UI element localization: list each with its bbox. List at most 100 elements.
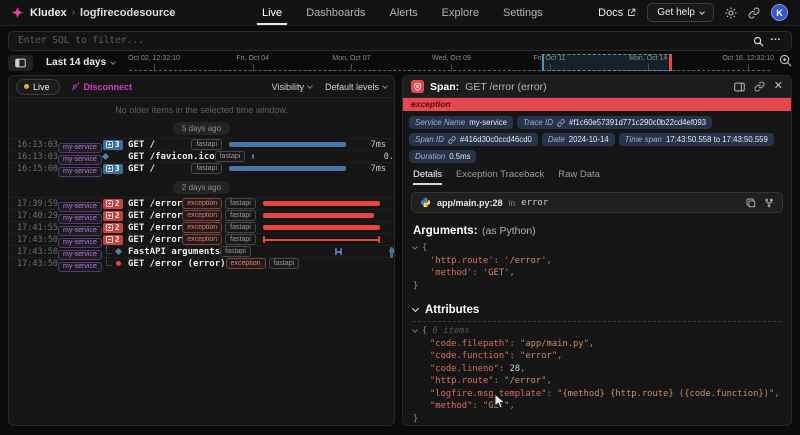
nav-tab-explore[interactable]: Explore	[442, 0, 479, 25]
expand-square-icon	[106, 224, 113, 231]
nav-tab-alerts[interactable]: Alerts	[390, 0, 418, 25]
code-location-bar[interactable]: app/main.py:28 in error	[411, 192, 783, 213]
meta-label: Span ID	[415, 135, 444, 144]
row-timestamp: 17:40:29	[17, 211, 58, 221]
share-link-button[interactable]	[748, 7, 760, 19]
row-duration: 7ms	[353, 164, 386, 174]
row-icon-slot: 3	[103, 164, 128, 174]
code-line: "code.filepath": "app/main.py",	[413, 338, 781, 351]
chevron-down-icon	[699, 9, 705, 15]
span-detail-panel: Span: GET /error (error) ✕ exception Ser…	[402, 75, 792, 426]
span-detail-tabs: Details Exception Traceback Raw Data	[403, 165, 791, 185]
row-timestamp: 16:13:03	[17, 140, 58, 150]
span-count-badge[interactable]: 2	[103, 211, 123, 221]
span-count-badge[interactable]: 2	[103, 223, 123, 233]
chevron-down-icon	[382, 83, 388, 89]
tag-fastapi: fastapi	[225, 222, 256, 233]
copy-icon[interactable]	[746, 198, 756, 208]
git-fork-icon[interactable]	[764, 198, 774, 208]
breadcrumb-org[interactable]: Kludex	[30, 7, 67, 19]
filter-menu-icon[interactable]: …	[770, 31, 782, 43]
timeline-tick	[154, 64, 155, 70]
attributes-heading[interactable]: Attributes	[413, 304, 781, 322]
time-range-dropdown[interactable]: Last 14 days	[46, 57, 115, 68]
duration-bar	[263, 225, 380, 230]
link-icon	[748, 7, 760, 19]
service-badge: my-service	[58, 167, 102, 177]
meta-badge-span-id[interactable]: Span ID#416d30c0ccd46cd0	[409, 133, 538, 146]
nav-tab-settings[interactable]: Settings	[503, 0, 543, 25]
expand-square-icon	[106, 165, 113, 172]
docs-label: Docs	[598, 7, 623, 19]
span-detail-body: Arguments: (as Python) {'http.route': '/…	[403, 213, 791, 425]
live-toggle-button[interactable]: Live	[16, 79, 60, 95]
span-count: 2	[115, 199, 120, 208]
row-tags: exceptionfastapi	[182, 222, 256, 233]
span-count-badge[interactable]: 2	[103, 235, 123, 245]
nav-tab-dashboards[interactable]: Dashboards	[306, 0, 365, 25]
row-icon-slot: 2	[103, 223, 128, 233]
duration-track	[228, 164, 353, 173]
code-location-actions	[746, 198, 774, 208]
live-status-dot	[24, 84, 29, 89]
meta-badge-time-span[interactable]: Time span17:43:50.558 to 17:43:50.559	[619, 133, 774, 146]
sun-icon	[725, 7, 737, 19]
row-timestamp: 17:43:50	[17, 247, 58, 257]
disconnect-button[interactable]: Disconnect	[71, 82, 133, 92]
span-count: 3	[115, 164, 120, 173]
span-title-value: GET /error (error)	[465, 81, 546, 93]
search-icon[interactable]	[753, 34, 764, 52]
tab-details[interactable]: Details	[413, 169, 442, 185]
collapse-caret-icon[interactable]	[412, 327, 418, 333]
meta-value: #f1c60e57391d771c290c0b22cd4ef093	[569, 118, 706, 127]
panel-layout-icon[interactable]	[734, 82, 745, 92]
get-help-button[interactable]: Get help	[647, 3, 714, 22]
code-line: "logfire.msg_template": "{method} {http.…	[413, 388, 781, 401]
span-count-badge[interactable]: 2	[103, 199, 123, 209]
meta-badge-duration[interactable]: Duration0.5ms	[409, 150, 476, 163]
levels-dropdown[interactable]: Default levels	[325, 82, 387, 92]
levels-label: Default levels	[325, 82, 379, 92]
meta-badge-date[interactable]: Date2024-10-14	[542, 133, 615, 146]
duration-ibeam	[335, 248, 342, 255]
sidebar-toggle-button[interactable]	[8, 55, 33, 71]
collapse-caret-icon[interactable]	[412, 244, 418, 250]
scrollbar-thumb[interactable]	[390, 247, 393, 258]
visibility-dropdown[interactable]: Visibility	[272, 82, 312, 92]
user-avatar[interactable]: K	[771, 4, 788, 21]
row-tags: exceptionfastapi	[182, 198, 256, 209]
trace-row[interactable]: 17:43:50my-serviceGET /error (error)exce…	[9, 257, 394, 269]
tag-fastapi: fastapi	[225, 234, 256, 245]
code-line: }	[413, 280, 781, 293]
breadcrumb-project[interactable]: logfirecodesource	[80, 7, 175, 19]
meta-badge-service-name[interactable]: Service Namemy-service	[409, 116, 513, 129]
close-icon[interactable]: ✕	[774, 81, 783, 92]
span-name: GET /error	[128, 211, 182, 221]
sql-filter-input[interactable]	[8, 31, 792, 51]
duration-track	[228, 140, 353, 149]
exception-banner: exception	[403, 98, 791, 111]
timeline-zoom-button[interactable]	[779, 54, 792, 72]
nav-tab-live[interactable]: Live	[262, 0, 282, 25]
row-duration: 7ms	[353, 140, 386, 150]
span-count-badge[interactable]: 3	[103, 164, 123, 174]
tab-raw-data[interactable]: Raw Data	[558, 169, 600, 185]
timeline-baseline	[129, 70, 770, 71]
trace-row[interactable]: 16:15:00my-service3GET /fastapi7ms	[9, 162, 394, 174]
docs-link[interactable]: Docs	[598, 7, 636, 19]
row-timestamp: 17:43:50	[17, 235, 58, 245]
theme-toggle-button[interactable]	[725, 7, 737, 19]
row-duration: 6ms	[387, 235, 395, 245]
span-count: 2	[115, 211, 120, 220]
span-title-label: Span:	[430, 81, 459, 93]
trace-rows: 5 days ago16:13:03my-service3GET /fastap…	[9, 115, 394, 269]
tag-fastapi: fastapi	[225, 210, 256, 221]
timeline-scale[interactable]: Oct 02, 12:32:10Fri, Oct 04Mon, Oct 07We…	[129, 54, 770, 71]
row-tags: exceptionfastapi	[182, 234, 256, 245]
tag-exception: exception	[226, 258, 266, 269]
meta-badge-trace-id[interactable]: Trace ID#f1c60e57391d771c290c0b22cd4ef09…	[517, 116, 712, 129]
permalink-icon[interactable]	[754, 81, 765, 92]
tab-exception-traceback[interactable]: Exception Traceback	[456, 169, 544, 185]
logfire-logo-icon	[12, 7, 23, 18]
span-count-badge[interactable]: 3	[103, 140, 123, 150]
